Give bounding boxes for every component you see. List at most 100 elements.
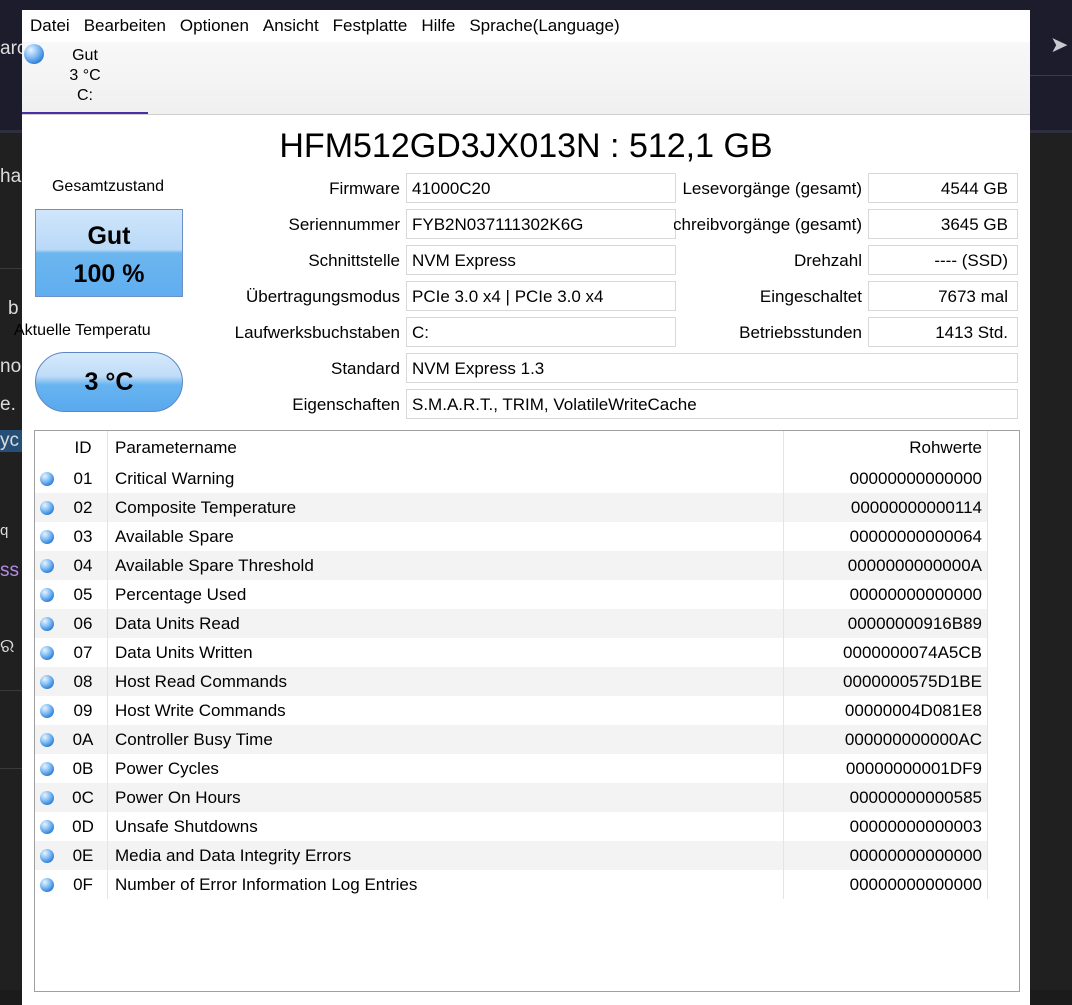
status-dot-icon <box>40 646 54 661</box>
menu-datei[interactable]: Datei <box>22 10 77 42</box>
rotation-rate-label: Drehzahl <box>793 251 862 270</box>
menu-optionen[interactable]: Optionen <box>173 10 256 42</box>
smart-row-raw-value: 000000000000AC <box>783 725 988 754</box>
smart-row[interactable]: 02 Composite Temperature 00000000000114 <box>35 493 988 522</box>
smart-row-status <box>35 754 59 783</box>
smart-row[interactable]: 09 Host Write Commands 00000004D081E8 <box>35 696 988 725</box>
disk-tab-c[interactable]: Gut 3 °C C: <box>22 42 148 114</box>
status-dot-icon <box>40 820 54 835</box>
smart-row-raw-value: 0000000074A5CB <box>783 638 988 667</box>
smart-row[interactable]: 04 Available Spare Threshold 0000000000000… <box>35 551 988 580</box>
firmware-label: Firmware <box>329 179 400 198</box>
menu-bearbeiten[interactable]: Bearbeiten <box>77 10 173 42</box>
disk-tab-temperature: 3 °C <box>69 67 101 84</box>
smart-row-id: 0F <box>59 870 108 899</box>
smart-row[interactable]: 0A Controller Busy Time 000000000000AC <box>35 725 988 754</box>
background-divider <box>1030 75 1072 76</box>
smart-row-status <box>35 812 59 841</box>
smart-row[interactable]: 0D Unsafe Shutdowns 00000000000003 <box>35 812 988 841</box>
health-label: Gesamtzustand <box>51 178 165 195</box>
smart-row-raw-value: 00000000001DF9 <box>783 754 988 783</box>
interface-value: NVM Express <box>406 245 676 275</box>
smart-row-raw-value: 0000000000000A <box>783 551 988 580</box>
smart-row-status <box>35 551 59 580</box>
transfer-mode-label: Übertragungsmodus <box>245 287 400 306</box>
status-dot-icon <box>40 472 54 487</box>
host-writes-label: Schreibvorgänge (gesamt) <box>674 215 862 234</box>
smart-row-id: 0A <box>59 725 108 754</box>
smart-row-name: Host Write Commands <box>107 696 784 725</box>
status-dot-icon <box>40 733 54 748</box>
smart-row-raw-value: 00000000000003 <box>783 812 988 841</box>
disk-tab-status: Gut <box>72 47 98 64</box>
transfer-mode-value: PCIe 3.0 x4 | PCIe 3.0 x4 <box>406 281 676 311</box>
smart-row[interactable]: 0F Number of Error Information Log Entrie… <box>35 870 988 899</box>
smart-row-status <box>35 696 59 725</box>
interface-label: Schnittstelle <box>308 251 400 270</box>
smart-row-raw-value: 00000000000000 <box>783 841 988 870</box>
smart-row-id: 0B <box>59 754 108 783</box>
smart-row-id: 0D <box>59 812 108 841</box>
serial-label: Seriennummer <box>288 215 401 234</box>
smart-row-id: 07 <box>59 638 108 667</box>
smart-row-name: Controller Busy Time <box>107 725 784 754</box>
standard-label: Standard <box>331 359 400 378</box>
status-dot-icon <box>40 588 54 603</box>
smart-row[interactable]: 07 Data Units Written 0000000074A5CB <box>35 638 988 667</box>
background-text: yc <box>0 430 22 452</box>
status-dot-icon <box>40 762 54 777</box>
smart-row[interactable]: 0E Media and Data Integrity Errors 0000000… <box>35 841 988 870</box>
status-dot-icon <box>40 675 54 690</box>
health-status-button[interactable]: Gut 100 % <box>35 209 183 297</box>
header-parameter-name[interactable]: Parametername <box>107 431 784 464</box>
smart-row-name: Critical Warning <box>107 464 784 493</box>
smart-row[interactable]: 0B Power Cycles 00000000001DF9 <box>35 754 988 783</box>
temperature-button[interactable]: 3 °C <box>35 352 183 412</box>
smart-row-raw-value: 00000000000114 <box>783 493 988 522</box>
status-dot-icon <box>40 791 54 806</box>
menu-ansicht[interactable]: Ansicht <box>256 10 326 42</box>
header-raw-values[interactable]: Rohwerte <box>783 431 988 464</box>
features-label: Eigenschaften <box>292 395 400 414</box>
smart-row-raw-value: 00000000000000 <box>783 464 988 493</box>
power-on-hours-value: 1413 Std. <box>868 317 1018 347</box>
smart-row-raw-value: 00000004D081E8 <box>783 696 988 725</box>
background-text: ha <box>0 166 22 187</box>
status-dot-icon <box>40 559 54 574</box>
header-id[interactable]: ID <box>59 431 108 464</box>
smart-row-name: Available Spare <box>107 522 784 551</box>
header-status <box>35 431 59 464</box>
firmware-value: 41000C20 <box>406 173 676 203</box>
smart-row-name: Percentage Used <box>107 580 784 609</box>
power-on-hours-label: Betriebsstunden <box>739 323 862 342</box>
smart-row-raw-value: 00000000000064 <box>783 522 988 551</box>
health-status-icon <box>24 44 44 64</box>
menu-festplatte[interactable]: Festplatte <box>326 10 415 42</box>
send-icon: ➤ <box>1050 32 1069 57</box>
menu-sprache[interactable]: Sprache(Language) <box>462 10 626 42</box>
smart-row[interactable]: 06 Data Units Read 00000000916B89 <box>35 609 988 638</box>
smart-row-raw-value: 0000000575D1BE <box>783 667 988 696</box>
background-divider <box>0 268 22 269</box>
smart-row[interactable]: 0C Power On Hours 00000000000585 <box>35 783 988 812</box>
smart-row-status <box>35 725 59 754</box>
smart-row-id: 02 <box>59 493 108 522</box>
smart-row-status <box>35 464 59 493</box>
smart-row[interactable]: 08 Host Read Commands 0000000575D1BE <box>35 667 988 696</box>
smart-row-name: Data Units Written <box>107 638 784 667</box>
host-reads-label: Lesevorgänge (gesamt) <box>682 179 862 198</box>
smart-row[interactable]: 03 Available Spare 00000000000064 <box>35 522 988 551</box>
smart-row[interactable]: 05 Percentage Used 00000000000000 <box>35 580 988 609</box>
status-dot-icon <box>40 501 54 516</box>
smart-row-status <box>35 841 59 870</box>
smart-row-raw-value: 00000000000000 <box>783 580 988 609</box>
menu-hilfe[interactable]: Hilfe <box>414 10 462 42</box>
smart-row-name: Media and Data Integrity Errors <box>107 841 784 870</box>
background-text: ss <box>0 560 19 581</box>
background-text: ର <box>0 636 14 657</box>
smart-row[interactable]: 01 Critical Warning 00000000000000 <box>35 464 988 493</box>
host-writes-value: 3645 GB <box>868 209 1018 239</box>
smart-row-status <box>35 638 59 667</box>
disk-selector-bar: Gut 3 °C C: <box>22 42 1030 115</box>
smart-attributes-list[interactable]: ID Parametername Rohwerte 01 Critical War… <box>34 430 1020 992</box>
